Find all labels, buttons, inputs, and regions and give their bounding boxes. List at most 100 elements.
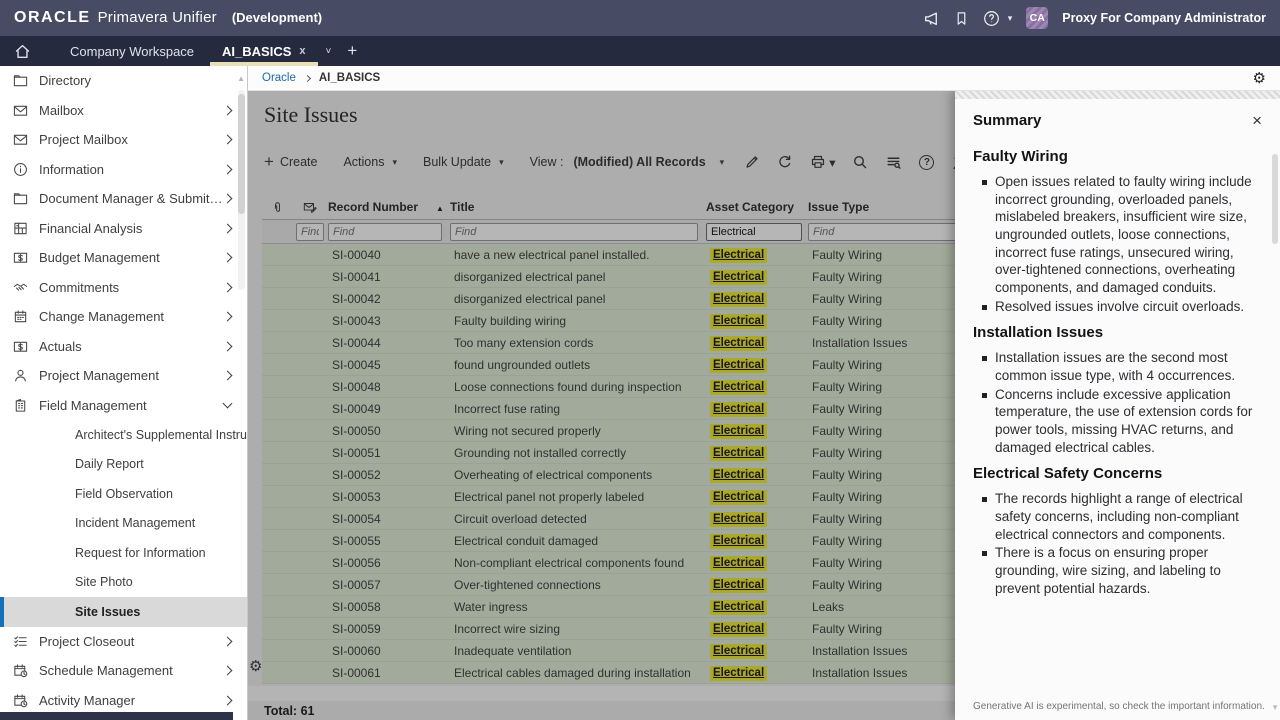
table-row[interactable]: SI-00045found ungrounded outletsElectric…: [262, 354, 1062, 376]
close-tab-icon[interactable]: x: [299, 45, 305, 57]
sidebar-item-project-closeout[interactable]: Project Closeout: [0, 627, 247, 657]
close-icon[interactable]: ×: [1252, 112, 1262, 129]
refresh-icon[interactable]: [777, 154, 793, 170]
asset-category-chip[interactable]: Electrical: [710, 336, 767, 351]
table-row[interactable]: SI-00044Too many extension cordsElectric…: [262, 332, 1062, 354]
settings-gear-icon[interactable]: ⚙: [1253, 71, 1266, 86]
sidebar-scrollbar[interactable]: [238, 90, 245, 290]
sidebar-item-mailbox[interactable]: Mailbox: [0, 96, 247, 126]
asset-category-chip[interactable]: Electrical: [710, 446, 767, 461]
asset-category-chip[interactable]: Electrical: [710, 424, 767, 439]
column-header-record-number[interactable]: Record Number▲: [328, 200, 450, 214]
search-icon[interactable]: [852, 154, 868, 170]
caret-down-icon: ▾: [392, 157, 397, 168]
asset-category-chip[interactable]: Electrical: [710, 468, 767, 483]
table-row[interactable]: SI-00058Water ingressElectricalLeaks: [262, 596, 1062, 618]
tab-list-chevron-icon[interactable]: ˅: [326, 46, 332, 57]
asset-category-chip[interactable]: Electrical: [710, 644, 767, 659]
table-row[interactable]: SI-00054Circuit overload detectedElectri…: [262, 508, 1062, 530]
title-cell: found ungrounded outlets: [450, 358, 706, 372]
table-row[interactable]: SI-00057Over-tightened connectionsElectr…: [262, 574, 1062, 596]
tab-company-workspace[interactable]: Company Workspace: [56, 36, 208, 66]
avatar[interactable]: CA: [1026, 7, 1048, 29]
asset-category-chip[interactable]: Electrical: [710, 270, 767, 285]
sidebar-item-schedule-management[interactable]: Schedule Management: [0, 656, 247, 686]
table-row[interactable]: SI-00048Loose connections found during i…: [262, 376, 1062, 398]
sidebar-item-commitments[interactable]: Commitments: [0, 273, 247, 303]
create-button[interactable]: +Create: [264, 152, 317, 172]
asset-category-chip[interactable]: Electrical: [710, 292, 767, 307]
sidebar-item-request-for-information[interactable]: Request for Information: [0, 538, 247, 568]
sidebar-item-field-management[interactable]: Field Management: [0, 391, 247, 421]
edit-pencil-icon[interactable]: [744, 154, 760, 170]
pane-settings-gear-icon[interactable]: ⚙: [249, 657, 262, 675]
sidebar-item-financial-analysis[interactable]: Financial Analysis: [0, 214, 247, 244]
sidebar-item-document-manager-submittals[interactable]: Document Manager & Submittals: [0, 184, 247, 214]
table-row[interactable]: SI-00040have a new electrical panel inst…: [262, 244, 1062, 266]
asset-category-chip[interactable]: Electrical: [710, 600, 767, 615]
add-tab-icon[interactable]: +: [347, 41, 357, 61]
filter-find-icon[interactable]: [885, 154, 902, 171]
sidebar-item-architect-s-supplemental-instruc[interactable]: Architect's Supplemental Instruc...: [0, 420, 247, 450]
asset-category-chip[interactable]: Electrical: [710, 534, 767, 549]
sidebar-item-site-issues[interactable]: Site Issues: [0, 597, 247, 627]
column-header-asset-category[interactable]: Asset Category: [706, 200, 808, 214]
filter-input-record-number[interactable]: [328, 223, 442, 241]
sidebar-scroll-up-icon[interactable]: ▲: [237, 74, 245, 83]
sidebar-item-incident-management[interactable]: Incident Management: [0, 509, 247, 539]
sidebar-item-field-observation[interactable]: Field Observation: [0, 479, 247, 509]
asset-category-chip[interactable]: Electrical: [710, 248, 767, 263]
filter-input-title[interactable]: [450, 223, 698, 241]
table-row[interactable]: SI-00059Incorrect wire sizingElectricalF…: [262, 618, 1062, 640]
asset-category-chip[interactable]: Electrical: [710, 578, 767, 593]
home-icon[interactable]: [14, 43, 48, 60]
asset-category-chip[interactable]: Electrical: [710, 512, 767, 527]
toolbar-help-icon[interactable]: ?: [919, 155, 934, 170]
table-row[interactable]: SI-00061Electrical cables damaged during…: [262, 662, 1062, 684]
asset-category-chip[interactable]: Electrical: [710, 666, 767, 681]
asset-category-chip[interactable]: Electrical: [710, 402, 767, 417]
asset-category-chip[interactable]: Electrical: [710, 556, 767, 571]
view-selector[interactable]: (Modified) All Records▾: [573, 155, 724, 169]
filter-input-flag[interactable]: [296, 223, 324, 241]
sidebar-item-project-management[interactable]: Project Management: [0, 361, 247, 391]
sidebar-item-daily-report[interactable]: Daily Report: [0, 450, 247, 480]
actions-menu-button[interactable]: Actions▾: [343, 155, 397, 169]
table-row[interactable]: SI-00056Non-compliant electrical compone…: [262, 552, 1062, 574]
table-row[interactable]: SI-00052Overheating of electrical compon…: [262, 464, 1062, 486]
asset-category-chip[interactable]: Electrical: [710, 490, 767, 505]
column-header-title[interactable]: Title: [450, 200, 706, 214]
tab-ai-basics[interactable]: AI_BASICS x: [208, 36, 319, 66]
table-row[interactable]: SI-00051Grounding not installed correctl…: [262, 442, 1062, 464]
bulk-update-menu-button[interactable]: Bulk Update▾: [423, 155, 504, 169]
table-row[interactable]: SI-00055Electrical conduit damagedElectr…: [262, 530, 1062, 552]
table-row[interactable]: SI-00042disorganized electrical panelEle…: [262, 288, 1062, 310]
breadcrumb-home-link[interactable]: Oracle: [262, 72, 296, 84]
table-row[interactable]: SI-00060Inadequate ventilationElectrical…: [262, 640, 1062, 662]
sidebar-item-directory[interactable]: Directory: [0, 66, 247, 96]
help-caret-icon[interactable]: ▾: [1008, 13, 1013, 24]
table-row[interactable]: SI-00049Incorrect fuse ratingElectricalF…: [262, 398, 1062, 420]
filter-input-asset-category[interactable]: [706, 223, 802, 241]
asset-category-chip[interactable]: Electrical: [710, 622, 767, 637]
announcements-icon[interactable]: [923, 10, 940, 27]
asset-category-chip[interactable]: Electrical: [710, 380, 767, 395]
sidebar-item-information[interactable]: Information: [0, 155, 247, 185]
sidebar-item-actuals[interactable]: Actuals: [0, 332, 247, 362]
sidebar-item-change-management[interactable]: Change Management: [0, 302, 247, 332]
table-row[interactable]: SI-00041disorganized electrical panelEle…: [262, 266, 1062, 288]
panel-scrollbar[interactable]: ▼: [1272, 154, 1278, 700]
table-row[interactable]: SI-00050Wiring not secured properlyElect…: [262, 420, 1062, 442]
asset-category-chip[interactable]: Electrical: [710, 358, 767, 373]
sidebar-item-site-photo[interactable]: Site Photo: [0, 568, 247, 598]
sidebar-item-project-mailbox[interactable]: Project Mailbox: [0, 125, 247, 155]
print-menu-button[interactable]: ▾: [810, 154, 835, 170]
asset-category-chip[interactable]: Electrical: [710, 314, 767, 329]
table-row[interactable]: SI-00043Faulty building wiringElectrical…: [262, 310, 1062, 332]
table-row[interactable]: SI-00053Electrical panel not properly la…: [262, 486, 1062, 508]
bookmarks-icon[interactable]: [954, 11, 969, 26]
panel-drag-handle[interactable]: [955, 90, 1280, 99]
help-icon[interactable]: [983, 10, 1000, 27]
sidebar-item-budget-management[interactable]: Budget Management: [0, 243, 247, 273]
sidebar-item-activity-manager[interactable]: Activity Manager: [0, 686, 247, 716]
